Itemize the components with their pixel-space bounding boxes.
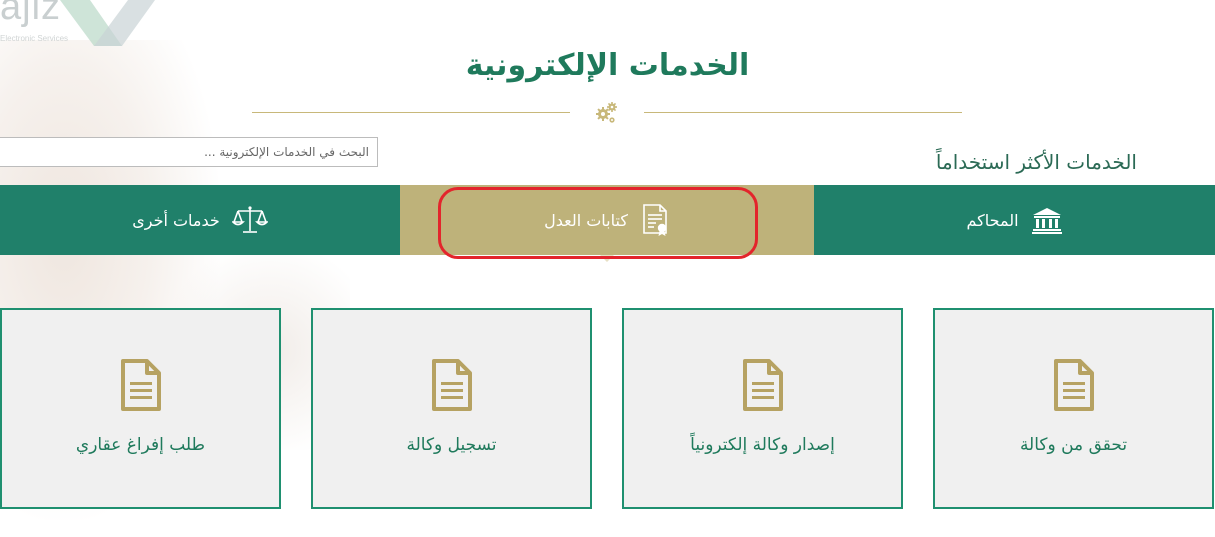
service-card-label: إصدار وكالة إلكترونياً bbox=[690, 435, 835, 455]
service-card-verify-agency[interactable]: تحقق من وكالة bbox=[933, 308, 1214, 509]
court-building-icon bbox=[1031, 206, 1063, 234]
gears-icon bbox=[596, 102, 617, 123]
tab-other-services-label: خدمات أخرى bbox=[132, 210, 220, 230]
document-icon bbox=[117, 358, 165, 416]
tab-notaries[interactable]: كتابات العدل bbox=[400, 185, 814, 262]
tab-courts-label: المحاكم bbox=[966, 210, 1019, 230]
service-card-issue-e-agency[interactable]: إصدار وكالة إلكترونياً bbox=[622, 308, 903, 509]
active-tab-caret bbox=[600, 255, 614, 262]
service-card-label: تحقق من وكالة bbox=[1019, 435, 1128, 455]
title-divider bbox=[252, 101, 962, 125]
certificate-icon bbox=[640, 203, 670, 237]
tab-other-services[interactable]: خدمات أخرى bbox=[0, 185, 400, 255]
tab-courts[interactable]: المحاكم bbox=[814, 185, 1215, 255]
page-title: الخدمات الإلكترونية bbox=[465, 48, 750, 83]
service-card-label: طلب إفراغ عقاري bbox=[75, 435, 206, 455]
logo-mark-icon bbox=[60, 0, 155, 46]
tab-notaries-label: كتابات العدل bbox=[544, 210, 628, 230]
site-logo[interactable]: ajiz Electronic Services bbox=[0, 0, 160, 50]
logo-text: ajiz bbox=[0, 0, 62, 28]
service-card-label: تسجيل وكالة bbox=[406, 435, 497, 455]
document-icon bbox=[739, 358, 787, 416]
logo-subtext: Electronic Services bbox=[0, 34, 69, 43]
services-tab-bar: خدمات أخرى كتابات العدل المحاكم bbox=[0, 185, 1215, 262]
divider-line-right bbox=[644, 112, 962, 113]
document-icon bbox=[428, 358, 476, 416]
divider-line-left bbox=[252, 112, 570, 113]
service-card-register-agency[interactable]: تسجيل وكالة bbox=[311, 308, 592, 509]
document-icon bbox=[1050, 358, 1098, 416]
section-title: الخدمات الأكثر استخداماً bbox=[935, 150, 1137, 174]
search-input[interactable] bbox=[0, 138, 377, 166]
service-card-property-transfer[interactable]: طلب إفراغ عقاري bbox=[0, 308, 281, 509]
scales-icon bbox=[231, 205, 268, 235]
search-box bbox=[0, 137, 378, 167]
